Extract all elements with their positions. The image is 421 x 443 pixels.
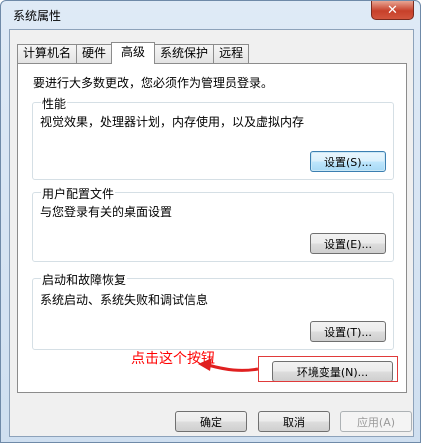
user-profile-settings-button[interactable]: 设置(E)... xyxy=(310,233,386,254)
startup-recovery-title: 启动和故障恢复 xyxy=(41,271,128,288)
user-profile-group: 用户配置文件 与您登录有关的桌面设置 设置(E)... xyxy=(32,185,394,262)
close-button[interactable]: ✕ xyxy=(371,1,414,20)
cancel-button[interactable]: 取消 xyxy=(258,411,330,432)
ok-button[interactable]: 确定 xyxy=(175,411,247,432)
performance-settings-button[interactable]: 设置(S)... xyxy=(310,151,386,172)
tab-remote[interactable]: 远程 xyxy=(213,44,250,63)
user-profile-desc: 与您登录有关的桌面设置 xyxy=(40,205,173,219)
startup-recovery-group: 启动和故障恢复 系统启动、系统失败和调试信息 设置(T)... xyxy=(32,271,394,350)
close-icon: ✕ xyxy=(387,2,398,18)
apply-button[interactable]: 应用(A) xyxy=(340,411,412,432)
tab-strip: 计算机名 硬件 高级 系统保护 远程 xyxy=(17,42,250,64)
performance-desc: 视觉效果，处理器计划，内存使用，以及虚拟内存 xyxy=(40,115,305,129)
startup-recovery-desc: 系统启动、系统失败和调试信息 xyxy=(40,293,209,307)
performance-group: 性能 视觉效果，处理器计划，内存使用，以及虚拟内存 设置(S)... xyxy=(32,95,394,180)
tab-computer-name[interactable]: 计算机名 xyxy=(17,44,78,63)
user-profile-title: 用户配置文件 xyxy=(41,185,116,202)
startup-recovery-settings-button[interactable]: 设置(T)... xyxy=(310,321,386,342)
advanced-tab-panel: 要进行大多数更改，您必须作为管理员登录。 性能 视觉效果，处理器计划，内存使用，… xyxy=(17,63,407,393)
annotation-arrow-icon xyxy=(198,358,259,372)
annotation-highlight-box xyxy=(258,356,398,382)
title-bar: 系统属性 ✕ xyxy=(1,1,420,29)
performance-title: 性能 xyxy=(41,95,68,112)
window-title: 系统属性 xyxy=(13,9,62,23)
admin-notice: 要进行大多数更改，您必须作为管理员登录。 xyxy=(33,76,274,90)
tab-hardware[interactable]: 硬件 xyxy=(76,44,113,63)
tab-system-protection[interactable]: 系统保护 xyxy=(154,44,215,63)
tab-advanced[interactable]: 高级 xyxy=(111,42,156,64)
